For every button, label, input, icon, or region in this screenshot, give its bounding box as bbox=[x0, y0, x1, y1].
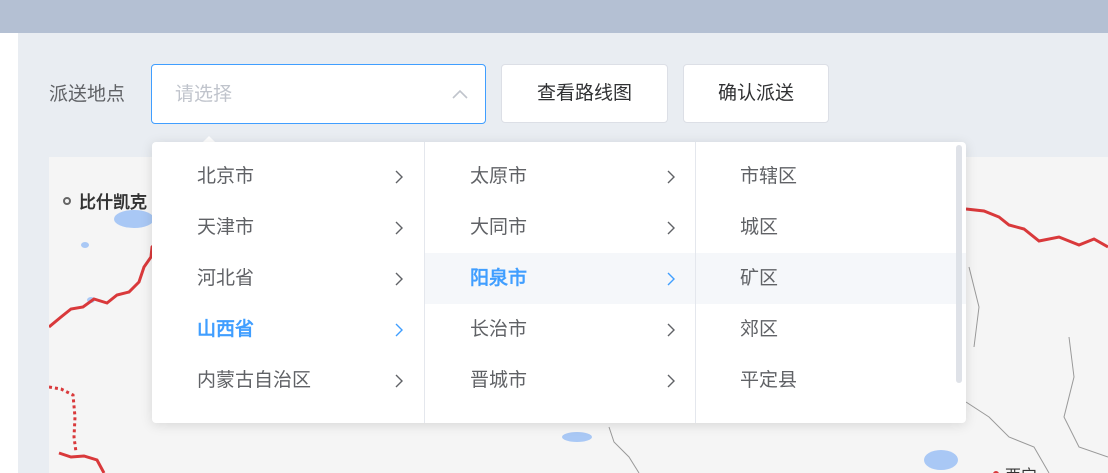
chevron-right-icon bbox=[395, 272, 403, 286]
cascader-option-district-hover[interactable]: 矿区 bbox=[696, 253, 966, 304]
disputed-border-line bbox=[49, 385, 78, 453]
district-scrollbar[interactable] bbox=[956, 145, 962, 383]
chevron-right-icon bbox=[667, 272, 675, 286]
delivery-location-label: 派送地点 bbox=[49, 83, 126, 105]
chevron-right-icon bbox=[395, 221, 403, 235]
district-column: 市辖区 城区 矿区 郊区 平定县 bbox=[696, 142, 966, 423]
cascader-option-province[interactable]: 内蒙古自治区 bbox=[152, 355, 424, 406]
cascader-option-province[interactable]: 天津市 bbox=[152, 202, 424, 253]
cascader-option-city[interactable]: 大同市 bbox=[425, 202, 695, 253]
city-column: 太原市 大同市 阳泉市 长治市 晋城市 bbox=[425, 142, 696, 423]
cascader-option-province[interactable]: 北京市 bbox=[152, 151, 424, 202]
cascader-option-city[interactable]: 太原市 bbox=[425, 151, 695, 202]
cascader-dropdown[interactable]: 北京市 天津市 河北省 山西省 内蒙古自治区 太原市 大同市 阳泉市 长治市 晋… bbox=[152, 142, 966, 423]
view-route-button[interactable]: 查看路线图 bbox=[501, 64, 668, 123]
province-line bbox=[608, 426, 640, 473]
chevron-right-icon bbox=[667, 374, 675, 388]
chevron-right-icon bbox=[667, 170, 675, 184]
chevron-right-icon bbox=[395, 323, 403, 337]
chevron-right-icon bbox=[395, 374, 403, 388]
cascader-option-city[interactable]: 晋城市 bbox=[425, 355, 695, 406]
cascader-option-district[interactable]: 城区 bbox=[696, 202, 966, 253]
map-legend: 比什凯克 bbox=[63, 188, 147, 213]
confirm-delivery-button[interactable]: 确认派送 bbox=[683, 64, 829, 123]
select-placeholder: 请选择 bbox=[175, 83, 233, 105]
province-line bbox=[968, 266, 980, 348]
border-line-right bbox=[965, 207, 1108, 249]
legend-text: 比什凯克 bbox=[79, 193, 147, 213]
cascader-option-city-active[interactable]: 阳泉市 bbox=[425, 253, 695, 304]
cascader-option-province-active[interactable]: 山西省 bbox=[152, 304, 424, 355]
chevron-right-icon bbox=[395, 170, 403, 184]
top-header-bar bbox=[0, 0, 1108, 33]
cascader-option-city[interactable]: 长治市 bbox=[425, 304, 695, 355]
cascader-option-district[interactable]: 平定县 bbox=[696, 355, 966, 406]
chevron-right-icon bbox=[667, 221, 675, 235]
lake-shape bbox=[924, 450, 958, 470]
cascader-option-district[interactable]: 市辖区 bbox=[696, 151, 966, 202]
delivery-location-select[interactable]: 请选择 bbox=[151, 64, 486, 124]
lake-shape bbox=[81, 242, 89, 248]
border-line-left bbox=[49, 240, 159, 329]
chevron-right-icon bbox=[667, 323, 675, 337]
cascader-option-district[interactable]: 郊区 bbox=[696, 304, 966, 355]
province-column: 北京市 天津市 河北省 山西省 内蒙古自治区 bbox=[152, 142, 425, 423]
lake-shape bbox=[562, 432, 592, 442]
cascader-option-province[interactable]: 河北省 bbox=[152, 253, 424, 304]
border-line-bottom-left bbox=[58, 451, 106, 473]
side-panel-strip bbox=[0, 33, 18, 473]
province-line bbox=[1063, 336, 1108, 458]
chevron-up-icon bbox=[452, 89, 468, 99]
map-city-label: 西宁 bbox=[1005, 462, 1037, 473]
legend-circle-icon bbox=[63, 197, 71, 205]
